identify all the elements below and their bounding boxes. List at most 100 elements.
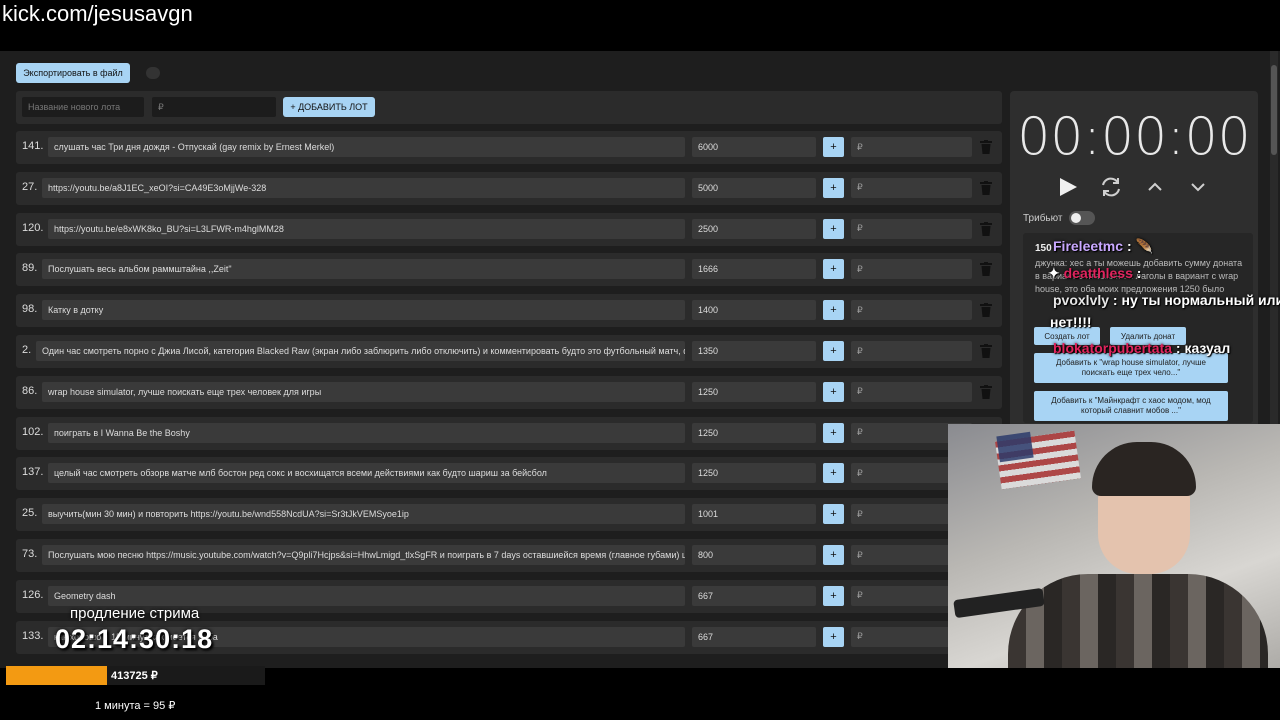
trash-icon[interactable]: [980, 262, 992, 277]
lot-title-input[interactable]: wrap house simulator, лучше поискать еще…: [42, 381, 685, 402]
lot-add-button[interactable]: +: [823, 463, 844, 484]
chat-overlay: Fireleetmc : 🪶 ✦ deatthless : pvoxlvly :…: [1048, 236, 1280, 362]
lot-amount-input[interactable]: 800: [692, 545, 816, 565]
lot-title-input[interactable]: Катку в дотку: [42, 300, 685, 321]
lot-row: 98. Катку в дотку 1400 + ₽: [16, 294, 1002, 328]
chat-separator: :: [1175, 340, 1181, 356]
lot-add-button[interactable]: +: [823, 341, 844, 361]
lot-addon-input[interactable]: ₽: [851, 137, 972, 157]
stream-url: kick.com/jesusavgn: [2, 1, 193, 26]
add-lot-button[interactable]: + ДОБАВИТЬ ЛОТ: [283, 97, 375, 117]
lot-row: 120. https://youtu.be/e8xWK8ko_BU?si=L3LF…: [16, 212, 1002, 246]
chat-separator: :: [1126, 238, 1132, 254]
lot-row: 86. wrap house simulator, лучше поискать …: [16, 375, 1002, 409]
chat-message: blokatorpubertata : казуал: [1053, 340, 1230, 356]
lot-amount-input[interactable]: 667: [692, 585, 816, 606]
lot-amount-input[interactable]: 1250: [692, 381, 816, 402]
lot-number: 126.: [22, 588, 44, 601]
lot-add-button[interactable]: +: [823, 177, 844, 198]
lot-title-input[interactable]: Послушать мою песню https://music.youtub…: [42, 545, 685, 565]
extension-time: 02:14:30:18: [55, 624, 214, 654]
lot-title-input[interactable]: поиграть в I Wanna Be the Boshy: [48, 422, 685, 443]
lot-amount-input[interactable]: 1250: [692, 463, 816, 484]
lot-title-input[interactable]: целый час смотреть обзорв матче млб бост…: [48, 463, 685, 484]
lot-addon-input[interactable]: ₽: [851, 381, 972, 402]
lot-amount-input[interactable]: 1400: [692, 300, 816, 321]
lot-row: 141. слушать час Три дня дождя - Отпускай…: [16, 131, 1002, 164]
scrollbar-thumb[interactable]: [1271, 65, 1277, 155]
lot-number: 25.: [22, 507, 38, 520]
tribute-switch[interactable]: [1069, 211, 1095, 225]
trash-icon[interactable]: [980, 180, 992, 195]
chevron-down-icon[interactable]: [1186, 175, 1210, 199]
lot-title-input[interactable]: Послушать весь альбом раммштайна ,,Zeit": [42, 259, 685, 280]
sparkle-emote-icon: ✦: [1048, 265, 1060, 281]
feather-emote-icon: 🪶: [1135, 238, 1153, 254]
new-lot-name-input[interactable]: Название нового лота: [22, 97, 144, 117]
trash-icon[interactable]: [980, 344, 992, 358]
trash-icon[interactable]: [980, 221, 992, 236]
timer-display: 00:00:00: [1017, 107, 1251, 167]
lot-add-button[interactable]: +: [823, 422, 844, 443]
settings-toggle[interactable]: [146, 67, 160, 79]
lot-add-button[interactable]: +: [823, 504, 844, 525]
chat-text: ну ты нормальный или: [1121, 292, 1280, 308]
lot-addon-input[interactable]: ₽: [851, 177, 972, 198]
lot-add-button[interactable]: +: [823, 626, 844, 647]
add-to-lot-button[interactable]: Добавить к "Майнкрафт с хаос модом, мод …: [1034, 391, 1228, 421]
trash-icon[interactable]: [980, 303, 992, 318]
chevron-up-icon[interactable]: [1143, 175, 1167, 199]
export-button[interactable]: Экспортировать в файл: [16, 63, 130, 83]
new-lot-bar: Название нового лота ₽ + ДОБАВИТЬ ЛОТ: [16, 91, 1002, 124]
lot-addon-input[interactable]: ₽: [851, 218, 972, 239]
donation-progress: 413725 ₽: [6, 666, 265, 685]
lot-row: 89. Послушать весь альбом раммштайна ,,Ze…: [16, 253, 1002, 287]
lot-row: 25. выучить(мин 30 мин) и повторить https…: [16, 498, 1002, 532]
lot-addon-input[interactable]: ₽: [851, 259, 972, 280]
lot-add-button[interactable]: +: [823, 218, 844, 239]
lot-add-button[interactable]: +: [823, 585, 844, 606]
lot-title-input[interactable]: https://youtu.be/e8xWK8ko_BU?si=L3LFWR-m…: [48, 218, 685, 239]
chat-message: нет!!!!: [1050, 314, 1092, 330]
lot-number: 2.: [22, 344, 32, 356]
chat-message: Fireleetmc : 🪶: [1053, 238, 1153, 255]
lot-amount-input[interactable]: 5000: [692, 177, 816, 198]
lot-number: 98.: [22, 303, 38, 316]
reset-icon[interactable]: [1099, 175, 1123, 199]
chat-separator: :: [1136, 265, 1142, 281]
trash-icon[interactable]: [980, 384, 992, 399]
trash-icon[interactable]: [980, 140, 992, 154]
chat-user: Fireleetmc: [1053, 238, 1124, 254]
lot-amount-input[interactable]: 1350: [692, 341, 816, 361]
lot-row: 102. поиграть в I Wanna Be the Boshy 1250 +…: [16, 416, 1002, 450]
lot-addon-input[interactable]: ₽: [851, 300, 972, 321]
lot-addon-input[interactable]: ₽: [851, 341, 972, 361]
lot-number: 141.: [22, 140, 44, 152]
tribute-label: Трибьют: [1023, 213, 1063, 224]
lot-amount-input[interactable]: 667: [692, 626, 816, 647]
lot-number: 120.: [22, 221, 44, 234]
new-lot-price-input[interactable]: ₽: [152, 97, 276, 117]
lot-number: 133.: [22, 629, 44, 642]
progress-fill: [6, 666, 107, 685]
browser-bar: kick.com/jesusavgn: [0, 0, 1280, 50]
lot-number: 89.: [22, 262, 38, 275]
lot-row: 137. целый час смотреть обзорв матче млб …: [16, 457, 1002, 491]
lot-title-input[interactable]: выучить(мин 30 мин) и повторить https://…: [42, 504, 685, 525]
lot-title-input[interactable]: слушать час Три дня дождя - Отпускай (ga…: [48, 137, 685, 157]
streamer-hair: [1092, 442, 1196, 496]
play-icon[interactable]: [1056, 175, 1080, 199]
lot-add-button[interactable]: +: [823, 545, 844, 565]
lot-title-input[interactable]: Один час смотреть порно с Джиа Лисой, ка…: [36, 341, 685, 361]
lot-title-input[interactable]: https://youtu.be/a8J1EC_xeOI?si=CA49E3oM…: [42, 177, 685, 198]
lot-amount-input[interactable]: 6000: [692, 137, 816, 157]
lot-title-input[interactable]: Geometry dash: [48, 585, 685, 606]
lot-amount-input[interactable]: 2500: [692, 218, 816, 239]
lot-amount-input[interactable]: 1250: [692, 422, 816, 443]
lot-amount-input[interactable]: 1001: [692, 504, 816, 525]
lot-amount-input[interactable]: 1666: [692, 259, 816, 280]
lot-add-button[interactable]: +: [823, 300, 844, 321]
lot-add-button[interactable]: +: [823, 137, 844, 157]
lot-add-button[interactable]: +: [823, 381, 844, 402]
lot-add-button[interactable]: +: [823, 259, 844, 280]
